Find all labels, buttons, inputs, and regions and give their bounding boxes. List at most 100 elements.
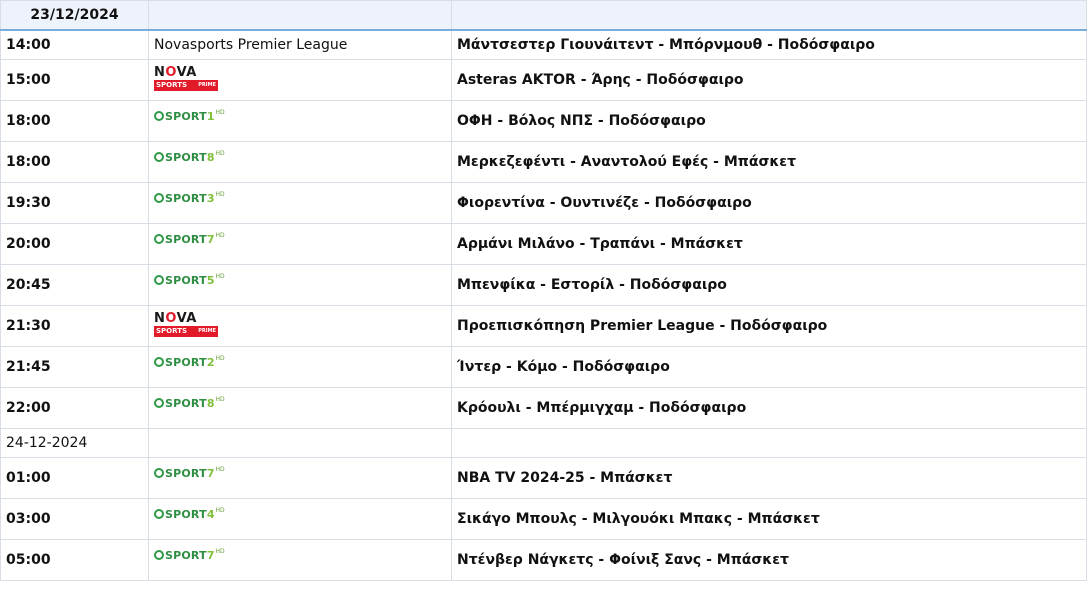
event-time: 21:30 (0, 305, 149, 347)
event-title: Μερκεζεφέντι - Αναντολού Εφές - Μπάσκετ (451, 141, 1087, 183)
hd-mark: HD (215, 191, 225, 198)
schedule-row: 20:00 SPORT 7 HD Αρμάνι Μιλάνο - Τραπάνι - Μ… (0, 223, 1087, 265)
event-title: Ντένβερ Νάγκετς - Φοίνιξ Σανς - Μπάσκετ (451, 539, 1087, 581)
channel-cell: SPORT 4 HD (148, 498, 452, 540)
channel-name: Novasports Premier League (154, 37, 348, 53)
event-title: Μάντσεστερ Γιουνάιτεντ - Μπόρνμουθ - Ποδ… (451, 29, 1087, 60)
event-title: NBA TV 2024-25 - Μπάσκετ (451, 457, 1087, 499)
sport-channel-number: 7 (206, 232, 215, 246)
cosmote-sport-logo: SPORT 7 HD (154, 465, 225, 481)
hd-mark: HD (215, 507, 225, 514)
cosmote-sport-logo: SPORT 3 HD (154, 190, 225, 206)
hd-mark: HD (215, 109, 225, 116)
schedule-row: 01:00 SPORT 7 HD NBA TV 2024-25 - Μπάσκετ (0, 457, 1087, 499)
event-title: Αρμάνι Μιλάνο - Τραπάνι - Μπάσκετ (451, 223, 1087, 265)
event-time: 19:30 (0, 182, 149, 224)
cosmote-ring-icon (154, 550, 164, 560)
schedule-row: 21:45 SPORT 2 HD Ίντερ - Κόμο - Ποδόσφαιρο (0, 346, 1087, 388)
cosmote-ring-icon (154, 234, 164, 244)
channel-cell: SPORT 5 HD (148, 264, 452, 306)
nova-letter-o: O (165, 65, 177, 80)
sport-wordmark: SPORT (165, 273, 207, 287)
event-title: Φιορεντίνα - Ουντινέζε - Ποδόσφαιρο (451, 182, 1087, 224)
empty-cell (148, 428, 452, 458)
event-title: Προεπισκόπηση Premier League - Ποδόσφαιρ… (451, 305, 1087, 347)
cosmote-sport-logo: SPORT 2 HD (154, 354, 225, 370)
nova-sports-bar: SPORTS PRIME (154, 80, 218, 91)
event-time: 14:00 (0, 29, 149, 60)
nova-letter: N (154, 65, 166, 80)
schedule-row: 21:30 NOVA SPORTS PRIME Προεπισκόπηση Premie… (0, 305, 1087, 347)
cosmote-sport-logo: SPORT 7 HD (154, 547, 225, 563)
cosmote-ring-icon (154, 111, 164, 121)
channel-cell: SPORT 3 HD (148, 182, 452, 224)
sport-channel-number: 2 (206, 355, 215, 369)
event-title: Ίντερ - Κόμο - Ποδόσφαιρο (451, 346, 1087, 388)
novasports-prime-logo: NOVA SPORTS PRIME (154, 65, 220, 93)
nova-sports-bar: SPORTS PRIME (154, 326, 218, 337)
cosmote-sport-logo: SPORT 8 HD (154, 395, 225, 411)
hd-mark: HD (215, 355, 225, 362)
nova-letter-o: O (165, 311, 177, 326)
sport-wordmark: SPORT (165, 355, 207, 369)
sport-wordmark: SPORT (165, 507, 207, 521)
schedule-row: 14:00 Novasports Premier League Μάντσεστερ… (0, 29, 1087, 60)
hd-mark: HD (215, 232, 225, 239)
channel-cell: SPORT 2 HD (148, 346, 452, 388)
sport-wordmark: SPORT (165, 150, 207, 164)
event-time: 15:00 (0, 59, 149, 101)
channel-cell: SPORT 7 HD (148, 223, 452, 265)
cosmote-ring-icon (154, 357, 164, 367)
event-time: 20:45 (0, 264, 149, 306)
event-time: 20:00 (0, 223, 149, 265)
channel-cell: SPORT 1 HD (148, 100, 452, 142)
hd-mark: HD (215, 273, 225, 280)
sport-channel-number: 7 (206, 548, 215, 562)
nova-wordmark: NOVA (154, 65, 220, 80)
schedule-row: 22:00 SPORT 8 HD Κρόουλι - Μπέρμιγχαμ - Ποδό… (0, 387, 1087, 429)
nova-letter: N (154, 311, 166, 326)
nova-prime-text: PRIME (198, 328, 216, 334)
hd-mark: HD (215, 548, 225, 555)
sport-channel-number: 5 (206, 273, 215, 287)
hd-mark: HD (215, 150, 225, 157)
date-separator-label: 24-12-2024 (0, 428, 149, 458)
sport-wordmark: SPORT (165, 548, 207, 562)
event-title: Μπενφίκα - Εστορίλ - Ποδόσφαιρο (451, 264, 1087, 306)
sport-channel-number: 1 (206, 109, 215, 123)
header-cell-empty (451, 0, 1087, 31)
sport-channel-number: 8 (206, 150, 215, 164)
event-time: 21:45 (0, 346, 149, 388)
event-time: 01:00 (0, 457, 149, 499)
empty-cell (451, 428, 1087, 458)
sport-channel-number: 4 (206, 507, 215, 521)
cosmote-sport-logo: SPORT 8 HD (154, 149, 225, 165)
event-title: Κρόουλι - Μπέρμιγχαμ - Ποδόσφαιρο (451, 387, 1087, 429)
event-title: Asteras AKTOR - Άρης - Ποδόσφαιρο (451, 59, 1087, 101)
sport-wordmark: SPORT (165, 396, 207, 410)
channel-cell: SPORT 8 HD (148, 387, 452, 429)
event-time: 03:00 (0, 498, 149, 540)
channel-cell: SPORT 7 HD (148, 457, 452, 499)
cosmote-ring-icon (154, 509, 164, 519)
header-cell-empty (148, 0, 452, 31)
sport-channel-number: 7 (206, 466, 215, 480)
cosmote-ring-icon (154, 152, 164, 162)
schedule-row: 18:00 SPORT 8 HD Μερκεζεφέντι - Αναντολού Εφ… (0, 141, 1087, 183)
nova-letters: VA (176, 65, 197, 80)
channel-cell: NOVA SPORTS PRIME (148, 59, 452, 101)
schedule-row: 20:45 SPORT 5 HD Μπενφίκα - Εστορίλ - Ποδόσφ… (0, 264, 1087, 306)
date-separator-row: 24-12-2024 (0, 428, 1087, 458)
schedule-row: 15:00 NOVA SPORTS PRIME Asteras AKTOR - Άρης… (0, 59, 1087, 101)
schedule-table: 23/12/2024 14:00 Novasports Premier Leagu… (0, 0, 1087, 581)
event-time: 18:00 (0, 141, 149, 183)
schedule-row: 19:30 SPORT 3 HD Φιορεντίνα - Ουντινέζε - Πο… (0, 182, 1087, 224)
nova-letters: VA (176, 311, 197, 326)
novasports-prime-logo: NOVA SPORTS PRIME (154, 311, 220, 339)
cosmote-ring-icon (154, 193, 164, 203)
channel-cell: Novasports Premier League (148, 29, 452, 60)
channel-cell: NOVA SPORTS PRIME (148, 305, 452, 347)
cosmote-sport-logo: SPORT 1 HD (154, 108, 225, 124)
nova-wordmark: NOVA (154, 311, 220, 326)
cosmote-ring-icon (154, 398, 164, 408)
